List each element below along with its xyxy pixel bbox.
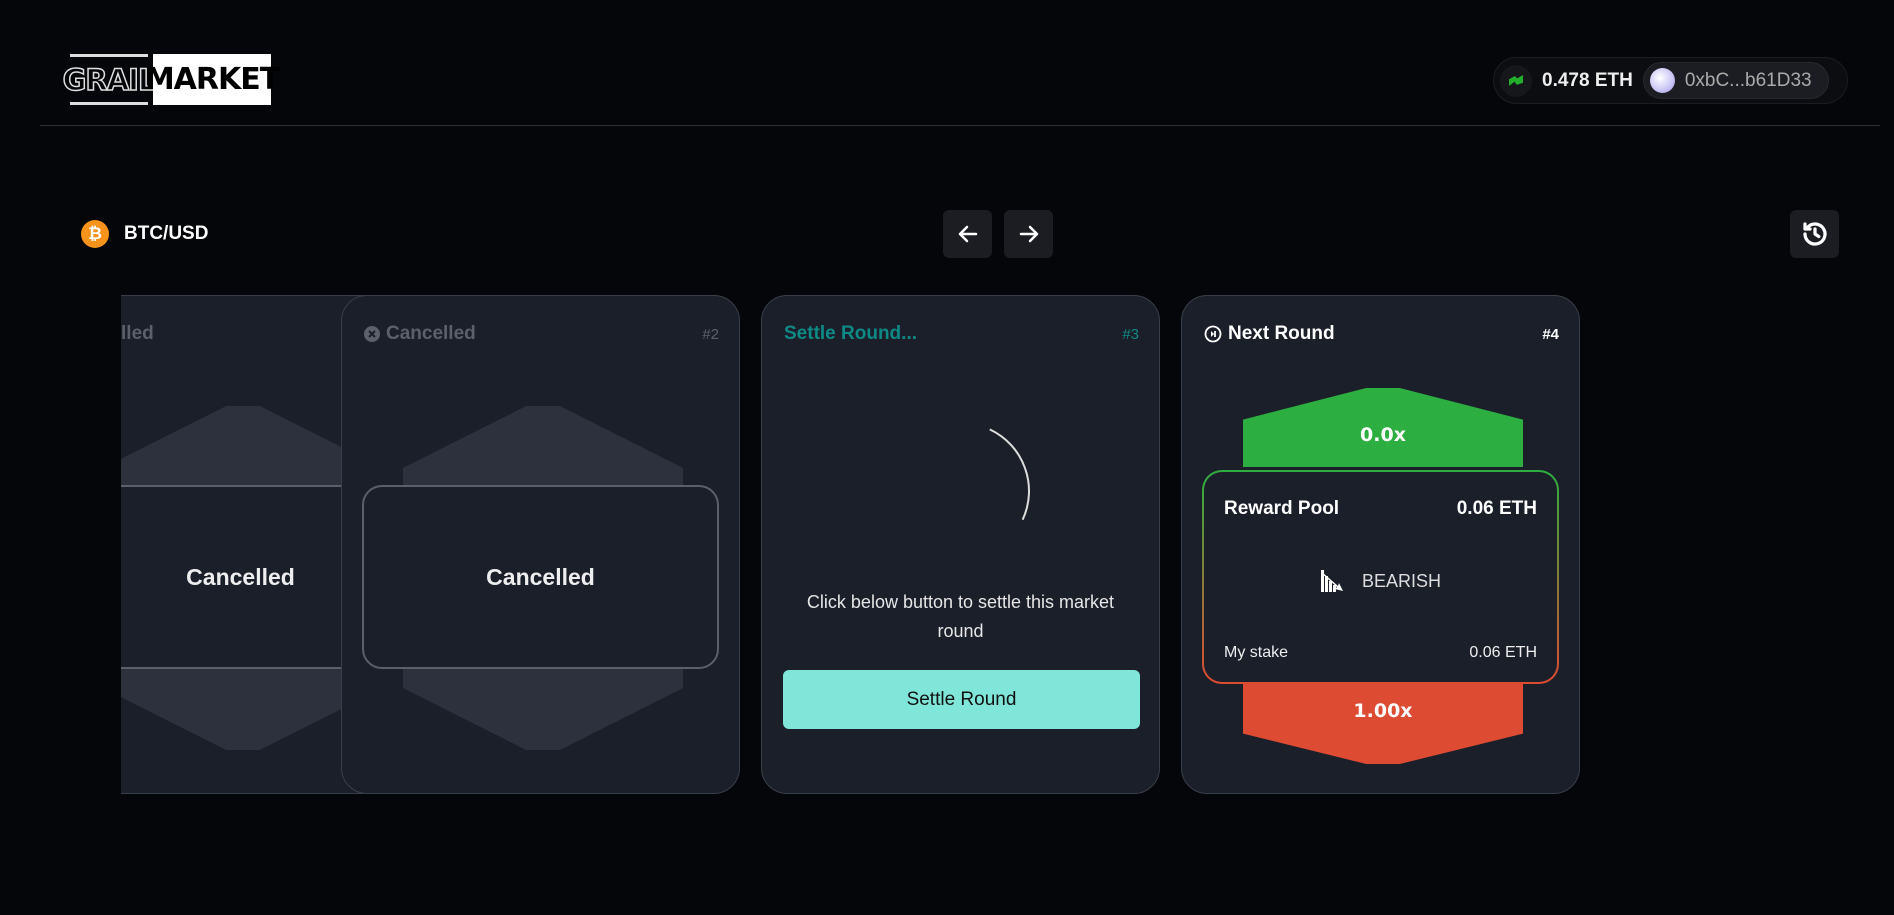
round-card-3: Settle Round... #3 Click below button to … (761, 295, 1160, 794)
grail-market-logo[interactable]: GRAIL MARKET (62, 54, 280, 105)
logo-text-market: MARKET (145, 54, 280, 105)
reward-pool-value: 0.06 ETH (1456, 498, 1537, 519)
wallet-pill[interactable]: 0.478 ETH 0xbC...b61D33 (1493, 57, 1848, 104)
settle-round-button[interactable]: Settle Round (783, 670, 1140, 729)
card-title: Cancelled (121, 323, 154, 344)
logo-text-grail: GRAIL (62, 54, 157, 105)
next-round-button[interactable] (1004, 210, 1053, 258)
my-stake-value: 0.06 ETH (1469, 644, 1537, 661)
bearish-chart-icon (1320, 570, 1343, 592)
card-title: Next Round (1228, 323, 1335, 344)
bear-button[interactable]: 1.00x (1243, 684, 1523, 764)
next-round-icon (1204, 325, 1222, 343)
loading-spinner (872, 402, 1050, 580)
bitcoin-icon: ₿ (81, 220, 109, 248)
up-multiplier: 0.0x (1360, 424, 1406, 446)
position-direction: BEARISH (1361, 570, 1442, 591)
card-title: Cancelled (386, 323, 476, 344)
wallet-address-button[interactable]: 0xbC...b61D33 (1642, 62, 1829, 99)
my-stake-label: My stake (1224, 644, 1289, 661)
avatar (1649, 68, 1675, 93)
round-number: #3 (1122, 325, 1139, 343)
round-card-2: Cancelled #2 Cancelled (341, 295, 740, 794)
round-number: #4 (1542, 325, 1559, 343)
header-divider (40, 125, 1880, 126)
balance-icon (1500, 64, 1532, 97)
round-card-4: Next Round #4 0.0x 1.00x Reward Pool 0.06 … (1181, 295, 1580, 794)
bull-button[interactable]: 0.0x (1243, 388, 1523, 467)
arrow-right-icon (1019, 225, 1038, 243)
history-icon (1802, 222, 1827, 246)
wallet-address: 0xbC...b61D33 (1684, 69, 1812, 91)
history-button[interactable] (1790, 210, 1839, 258)
cancel-circle-icon (364, 326, 380, 342)
down-multiplier: 1.00x (1353, 700, 1413, 722)
market-pair: BTC/USD (124, 223, 209, 244)
prev-round-button[interactable] (943, 210, 992, 258)
card-title: Settle Round... (784, 323, 917, 344)
round-number: #2 (702, 325, 719, 343)
reward-pool-box: Reward Pool 0.06 ETH BEARISH My stake 0.06… (1202, 470, 1559, 684)
eth-balance: 0.478 ETH (1542, 69, 1633, 91)
reward-pool-label: Reward Pool (1224, 498, 1340, 519)
arrow-left-icon (958, 225, 977, 243)
rounds-carousel[interactable]: Cancelled#1 Cancelled Cancelled#2 Cancel… (121, 290, 1821, 800)
round-status-box: Cancelled (362, 485, 719, 669)
settle-message: Click below button to settle this market… (806, 592, 1115, 641)
